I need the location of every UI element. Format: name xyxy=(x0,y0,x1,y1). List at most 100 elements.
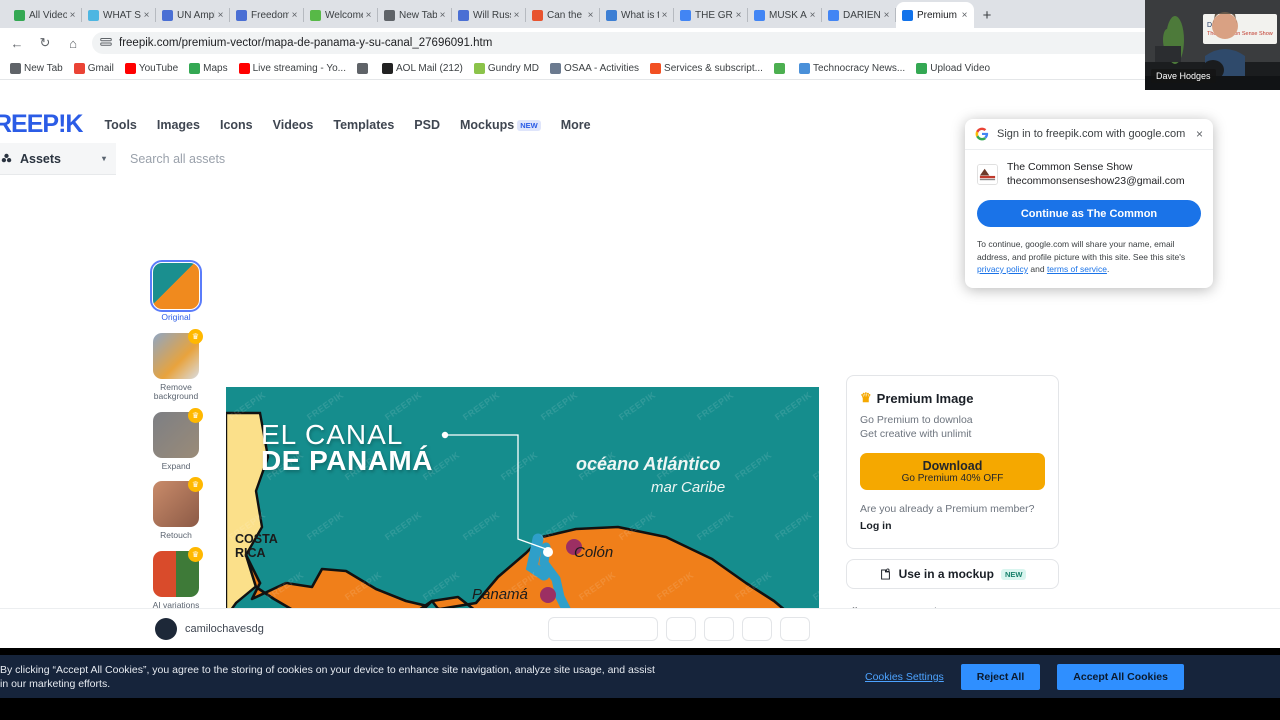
browser-tab[interactable]: THE GREA× xyxy=(674,2,748,28)
bookmark-item[interactable]: Upload Video xyxy=(916,63,990,74)
close-icon[interactable]: × xyxy=(1196,127,1203,141)
site-settings-icon[interactable] xyxy=(100,37,112,49)
tool-label: Expand xyxy=(161,460,191,471)
tab-close-icon[interactable]: × xyxy=(141,10,152,21)
login-link[interactable]: Log in xyxy=(860,520,1045,532)
browser-tab[interactable]: WHAT SH× xyxy=(82,2,156,28)
tab-close-icon[interactable]: × xyxy=(733,10,744,21)
bookmark-favicon-icon xyxy=(189,63,201,74)
premium-desc-line2: Get creative with unlimit xyxy=(860,428,972,440)
browser-tab[interactable]: Welcome × xyxy=(304,2,378,28)
bookmark-favicon-icon xyxy=(357,63,368,74)
tab-favicon-icon xyxy=(236,9,247,21)
tool-ai-variations[interactable]: ♛ AI variations xyxy=(152,546,203,611)
tool-expand[interactable]: ♛ Expand xyxy=(152,407,203,472)
tab-close-icon[interactable]: × xyxy=(67,10,78,21)
bookmark-label: Maps xyxy=(203,63,228,74)
member-question: Are you already a Premium member? xyxy=(860,503,1035,515)
browser-tab[interactable]: Can the B× xyxy=(526,2,600,28)
bookmark-item[interactable]: New Tab xyxy=(10,63,63,74)
google-note-part3: . xyxy=(1106,264,1110,274)
bookmark-item[interactable] xyxy=(773,63,788,74)
tab-close-icon[interactable]: × xyxy=(959,10,970,21)
tool-original[interactable]: Original xyxy=(150,260,202,323)
bookmark-item[interactable]: YouTube xyxy=(124,63,178,74)
tab-close-icon[interactable]: × xyxy=(289,10,300,21)
tool-label: Retouch xyxy=(160,530,192,540)
assets-scope-label: Assets xyxy=(20,151,61,166)
tab-close-icon[interactable]: × xyxy=(807,10,818,21)
tab-favicon-icon xyxy=(680,9,691,21)
bookmark-item[interactable]: AOL Mail (212) xyxy=(382,63,463,74)
chevron-down-icon[interactable]: ▾ xyxy=(102,154,106,163)
back-icon[interactable]: ← xyxy=(8,34,26,52)
nav-item-label: Mockups xyxy=(460,117,515,132)
bookmark-item[interactable]: OSAA - Activities xyxy=(550,63,639,74)
privacy-policy-link[interactable]: privacy policy xyxy=(977,264,1028,274)
nav-item-psd[interactable]: PSD xyxy=(414,118,440,132)
bookmark-item[interactable]: Technocracy News... xyxy=(798,63,906,74)
bookmark-item[interactable]: Services & subscript... xyxy=(650,63,763,74)
use-in-mockup-button[interactable]: Use in a mockup NEW xyxy=(846,559,1059,589)
nav-item-videos[interactable]: Videos xyxy=(273,118,314,132)
freepik-logo[interactable]: REEP!K xyxy=(0,110,83,139)
nav-item-images[interactable]: Images xyxy=(157,118,200,132)
action-flag[interactable] xyxy=(742,616,772,641)
bookmark-item[interactable]: Maps xyxy=(189,63,228,74)
assets-scope-selector[interactable]: Assets ▾ xyxy=(0,152,116,166)
home-icon[interactable]: ⌂ xyxy=(64,34,82,52)
new-tab-button[interactable]: + xyxy=(974,2,1000,28)
tab-close-icon[interactable]: × xyxy=(437,10,448,21)
nav-item-more[interactable]: More xyxy=(561,118,591,132)
browser-tab[interactable]: DARIEN G× xyxy=(822,2,896,28)
browser-tab[interactable]: New Tab × xyxy=(378,2,452,28)
tab-close-icon[interactable]: × xyxy=(659,10,670,21)
continue-as-button[interactable]: Continue as The Common xyxy=(977,200,1201,227)
tool-remove-background[interactable]: ♛ Remove background xyxy=(152,328,203,402)
tab-close-icon[interactable]: × xyxy=(881,10,892,21)
browser-tab[interactable]: What is th× xyxy=(600,2,674,28)
tab-close-icon[interactable]: × xyxy=(215,10,226,21)
tab-close-icon[interactable]: × xyxy=(511,10,522,21)
browser-tab[interactable]: UN Ampli × xyxy=(156,2,230,28)
action-more[interactable] xyxy=(780,616,810,641)
tool-thumbnail xyxy=(150,260,202,312)
google-note-part2: and xyxy=(1028,264,1047,274)
nav-item-tools[interactable]: Tools xyxy=(104,118,136,132)
nav-item-icons[interactable]: Icons xyxy=(220,118,253,132)
cookies-settings-link[interactable]: Cookies Settings xyxy=(865,671,944,683)
action-share[interactable] xyxy=(666,616,696,641)
download-button[interactable]: Download Go Premium 40% OFF xyxy=(860,453,1045,490)
browser-tab[interactable]: Premium V× xyxy=(896,2,974,28)
accept-all-cookies-button[interactable]: Accept All Cookies xyxy=(1057,663,1184,690)
nav-item-mockups[interactable]: Mockups NEW xyxy=(460,118,541,132)
reload-icon[interactable]: ↻ xyxy=(36,34,54,52)
reject-all-button[interactable]: Reject All xyxy=(960,663,1041,690)
browser-tab[interactable]: Freedoms× xyxy=(230,2,304,28)
tab-close-icon[interactable]: × xyxy=(363,10,374,21)
author-info[interactable]: camilochavesdg xyxy=(155,617,264,640)
tab-title: UN Ampli xyxy=(177,9,215,21)
download-button-sublabel: Go Premium 40% OFF xyxy=(901,473,1004,484)
action-collect[interactable] xyxy=(548,616,658,641)
tab-close-icon[interactable]: × xyxy=(585,10,596,21)
author-name: camilochavesdg xyxy=(185,622,264,635)
tab-title: Welcome xyxy=(325,9,363,21)
premium-crown-icon: ♛ xyxy=(188,477,203,492)
bookmark-item[interactable] xyxy=(357,63,371,74)
nav-item-templates[interactable]: Templates xyxy=(333,118,394,132)
bookmark-label: Technocracy News... xyxy=(812,63,906,74)
action-like[interactable] xyxy=(704,616,734,641)
browser-tab[interactable]: Will Russi× xyxy=(452,2,526,28)
bookmark-item[interactable]: Live streaming - Yo... xyxy=(238,63,346,74)
nav-item-label: PSD xyxy=(414,117,440,132)
bookmark-item[interactable]: Gmail xyxy=(73,63,114,74)
tab-favicon-icon xyxy=(384,9,395,21)
address-bar[interactable]: freepik.com/premium-vector/mapa-de-panam… xyxy=(92,32,1217,54)
browser-tab[interactable]: All Videos× xyxy=(8,2,82,28)
bookmark-item[interactable]: Gundry MD xyxy=(473,63,539,74)
cookie-banner-text: By clicking “Accept All Cookies”, you ag… xyxy=(0,663,655,690)
browser-tab[interactable]: MUSK AN× xyxy=(748,2,822,28)
tool-retouch[interactable]: ♛ Retouch xyxy=(152,477,203,541)
terms-of-service-link[interactable]: terms of service xyxy=(1047,264,1107,274)
